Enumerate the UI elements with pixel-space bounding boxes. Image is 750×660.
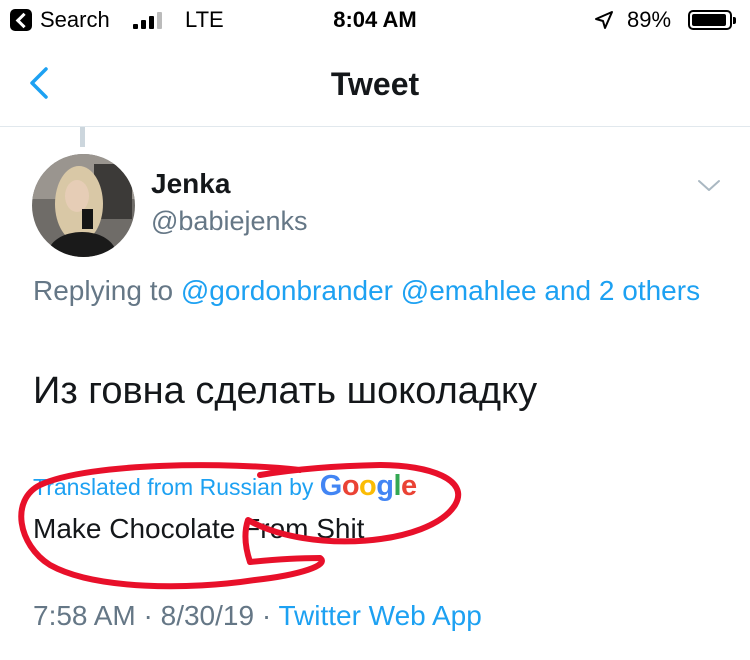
page-title: Tweet	[330, 66, 420, 102]
tweet-text: Из говна сделать шоколадку	[33, 370, 538, 412]
chevron-down-icon[interactable]	[697, 178, 721, 194]
tweet-source-link[interactable]: Twitter Web App	[278, 600, 481, 631]
google-logo: Google	[320, 470, 417, 502]
tweet-date: 8/30/19	[160, 600, 255, 631]
thread-connector-line	[80, 127, 85, 147]
avatar[interactable]	[32, 154, 135, 257]
replying-and[interactable]: and	[544, 275, 591, 306]
nav-bar: Tweet	[0, 42, 750, 127]
status-bar: Search LTE 8:04 AM 89%	[0, 0, 750, 42]
google-logo-text: Google	[319, 470, 417, 502]
replying-to: Replying to @gordonbrander @emahlee and …	[33, 270, 723, 312]
tweet-meta: 7:58 AM · 8/30/19 · Twitter Web App	[33, 600, 482, 632]
translated-label: Translated from Russian by	[33, 474, 314, 500]
tweet-time: 7:58 AM	[33, 600, 136, 631]
reply-mention-emahlee[interactable]: @emahlee	[401, 275, 537, 306]
translated-by: Translated from Russian by Google	[33, 470, 417, 503]
reply-mention-gordonbrander[interactable]: @gordonbrander	[181, 275, 393, 306]
location-arrow-icon	[595, 11, 613, 29]
author-name[interactable]: Jenka	[151, 168, 230, 200]
translated-text: Make Chocolate From Shit	[33, 513, 365, 544]
author-handle[interactable]: @babiejenks	[151, 206, 308, 237]
meta-separator: ·	[143, 600, 153, 631]
meta-separator: ·	[261, 600, 272, 631]
battery-icon	[688, 10, 736, 30]
battery-percent: 89%	[627, 7, 672, 32]
reply-others-link[interactable]: 2 others	[599, 275, 700, 306]
replying-prefix: Replying to	[33, 275, 174, 306]
